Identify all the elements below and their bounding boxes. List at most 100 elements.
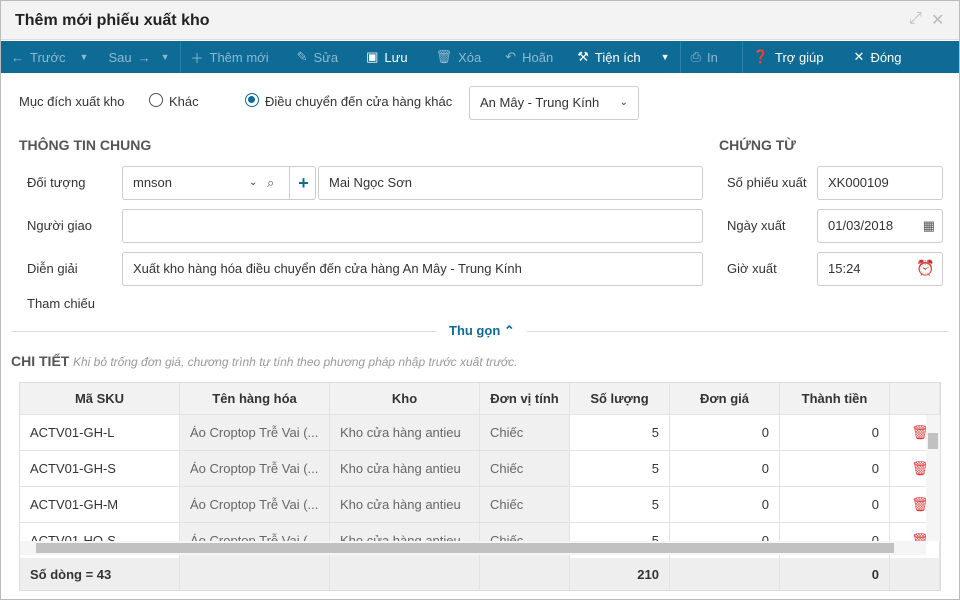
cell-unit[interactable]: Chiếc: [480, 451, 570, 487]
arrow-left-icon: ←: [11, 49, 24, 65]
col-name[interactable]: Tên hàng hóa: [180, 383, 330, 415]
save-label: Lưu: [384, 49, 408, 65]
col-amount[interactable]: Thành tiền: [780, 383, 890, 415]
col-qty[interactable]: Số lượng: [570, 383, 670, 415]
chevron-down-icon[interactable]: ⌄: [249, 167, 257, 199]
radio-transfer[interactable]: [245, 93, 259, 107]
object-name-input[interactable]: Mai Ngọc Sơn: [318, 166, 703, 200]
undo-icon: ↶: [505, 49, 517, 64]
cell-price[interactable]: 0: [670, 451, 780, 487]
cell-amount[interactable]: 0: [780, 415, 890, 451]
dialog-window: Thêm mới phiếu xuất kho ⤢ ✕ ← Trước ▼ Sau →…: [0, 0, 960, 600]
cell-amount[interactable]: 0: [780, 451, 890, 487]
table-row[interactable]: ACTV01-GH-L Áo Croptop Trễ Vai (... Kho cử…: [20, 415, 940, 451]
prev-button[interactable]: ← Trước ▼: [1, 41, 98, 73]
description-input[interactable]: Xuất kho hàng hóa điều chuyển đến cửa hà…: [122, 252, 703, 286]
close-button[interactable]: ✕ Đóng: [844, 41, 912, 73]
date-input[interactable]: 01/03/2018 ▦: [817, 209, 943, 243]
general-section-title: THÔNG TIN CHUNG: [19, 137, 152, 153]
scroll-thumb[interactable]: [928, 433, 938, 449]
cell-unit[interactable]: Chiếc: [480, 487, 570, 523]
caret-down-icon[interactable]: ▼: [161, 52, 170, 62]
cell-name[interactable]: Áo Croptop Trễ Vai (...: [180, 415, 330, 451]
cell-qty[interactable]: 5: [570, 415, 670, 451]
radio-other[interactable]: [149, 93, 163, 107]
pencil-icon: ✎: [296, 49, 308, 64]
caret-down-icon[interactable]: ▼: [661, 52, 670, 62]
col-sku[interactable]: Mã SKU: [20, 383, 180, 415]
cell-qty[interactable]: 5: [570, 487, 670, 523]
calendar-icon[interactable]: ▦: [923, 210, 935, 242]
store-select[interactable]: An Mây - Trung Kính ⌄: [469, 86, 639, 120]
cell-warehouse[interactable]: Kho cửa hàng antieu: [330, 415, 480, 451]
search-list-icon[interactable]: ⌕: [267, 167, 274, 199]
cell-unit[interactable]: Chiếc: [480, 415, 570, 451]
cell-qty[interactable]: 5: [570, 451, 670, 487]
object-code-input[interactable]: mnson ⌄ ⌕ +: [122, 166, 316, 200]
total-amount: 0: [780, 558, 890, 590]
add-button[interactable]: ＋ Thêm mới: [181, 41, 279, 73]
scroll-thumb[interactable]: [36, 543, 894, 553]
help-button[interactable]: ❓ Trợ giúp: [743, 41, 834, 73]
edit-button[interactable]: ✎ Sửa: [287, 41, 349, 73]
col-price[interactable]: Đơn giá: [670, 383, 780, 415]
title-bar: Thêm mới phiếu xuất kho ⤢ ✕: [1, 1, 959, 40]
tools-icon: ⚒: [577, 49, 589, 64]
clock-icon[interactable]: ⏰: [916, 253, 935, 285]
floppy-icon: ▣: [366, 49, 379, 64]
cell-price[interactable]: 0: [670, 487, 780, 523]
time-input[interactable]: 15:24 ⏰: [817, 252, 943, 286]
col-unit[interactable]: Đơn vị tính: [480, 383, 570, 415]
grid-header: Mã SKU Tên hàng hóa Kho Đơn vị tính Số l…: [20, 383, 940, 415]
deliverer-input[interactable]: [122, 209, 703, 243]
date-value: 01/03/2018: [828, 218, 894, 233]
cell-warehouse[interactable]: Kho cửa hàng antieu: [330, 451, 480, 487]
cell-name[interactable]: Áo Croptop Trễ Vai (...: [180, 451, 330, 487]
add-object-icon[interactable]: +: [289, 167, 315, 199]
add-label: Thêm mới: [209, 49, 269, 65]
reference-label[interactable]: Tham chiếu: [27, 296, 95, 311]
caret-down-icon[interactable]: ▼: [80, 52, 89, 62]
object-code-value: mnson: [133, 175, 173, 190]
plus-icon: ＋: [190, 50, 204, 66]
delete-button[interactable]: 🗑 Xóa: [426, 41, 492, 73]
next-label: Sau: [108, 49, 132, 65]
print-button[interactable]: ⎙ In: [681, 41, 728, 73]
vertical-scrollbar[interactable]: [926, 415, 940, 541]
collapse-label: Thu gọn: [449, 323, 501, 338]
cell-name[interactable]: Áo Croptop Trễ Vai (...: [180, 487, 330, 523]
cell-sku[interactable]: ACTV01-GH-M: [20, 487, 180, 523]
date-label: Ngày xuất: [727, 218, 786, 233]
time-value: 15:24: [828, 261, 861, 276]
horizontal-scrollbar[interactable]: [20, 541, 926, 555]
cell-sku[interactable]: ACTV01-GH-L: [20, 415, 180, 451]
x-icon: ✕: [853, 49, 865, 64]
undo-button[interactable]: ↶ Hoãn: [495, 41, 563, 73]
maximize-icon[interactable]: ⤢: [909, 10, 922, 28]
detail-grid: Mã SKU Tên hàng hóa Kho Đơn vị tính Số l…: [19, 382, 941, 591]
cell-amount[interactable]: 0: [780, 487, 890, 523]
collapse-toggle[interactable]: Thu gọn ⌃: [437, 323, 527, 339]
save-button[interactable]: ▣ Lưu: [356, 41, 417, 73]
table-row[interactable]: ACTV01-GH-S Áo Croptop Trễ Vai (... Kho cử…: [20, 451, 940, 487]
row-count: Số dòng = 43: [20, 558, 180, 590]
prev-label: Trước: [30, 49, 66, 65]
voucher-no-input[interactable]: XK000109: [817, 166, 943, 200]
deliverer-label: Người giao: [27, 218, 92, 233]
printer-icon: ⎙: [690, 49, 701, 64]
table-row[interactable]: ACTV01-GH-M Áo Croptop Trễ Vai (... Kho cử…: [20, 487, 940, 523]
close-icon[interactable]: ✕: [931, 10, 944, 30]
col-warehouse[interactable]: Kho: [330, 383, 480, 415]
cell-sku[interactable]: ACTV01-GH-S: [20, 451, 180, 487]
edit-label: Sửa: [313, 49, 339, 65]
cell-warehouse[interactable]: Kho cửa hàng antieu: [330, 487, 480, 523]
voucher-section-title: CHỨNG TỪ: [719, 137, 796, 153]
utilities-button[interactable]: ⚒ Tiện ích ▼: [567, 41, 679, 73]
dialog-title: Thêm mới phiếu xuất kho: [15, 12, 210, 29]
detail-header: CHI TIẾT Khi bỏ trống đơn giá, chương tr…: [11, 353, 518, 369]
col-actions: [890, 383, 940, 415]
help-icon: ❓: [752, 49, 770, 64]
arrow-right-icon: →: [137, 49, 151, 65]
next-button[interactable]: Sau → ▼: [98, 41, 179, 73]
cell-price[interactable]: 0: [670, 415, 780, 451]
